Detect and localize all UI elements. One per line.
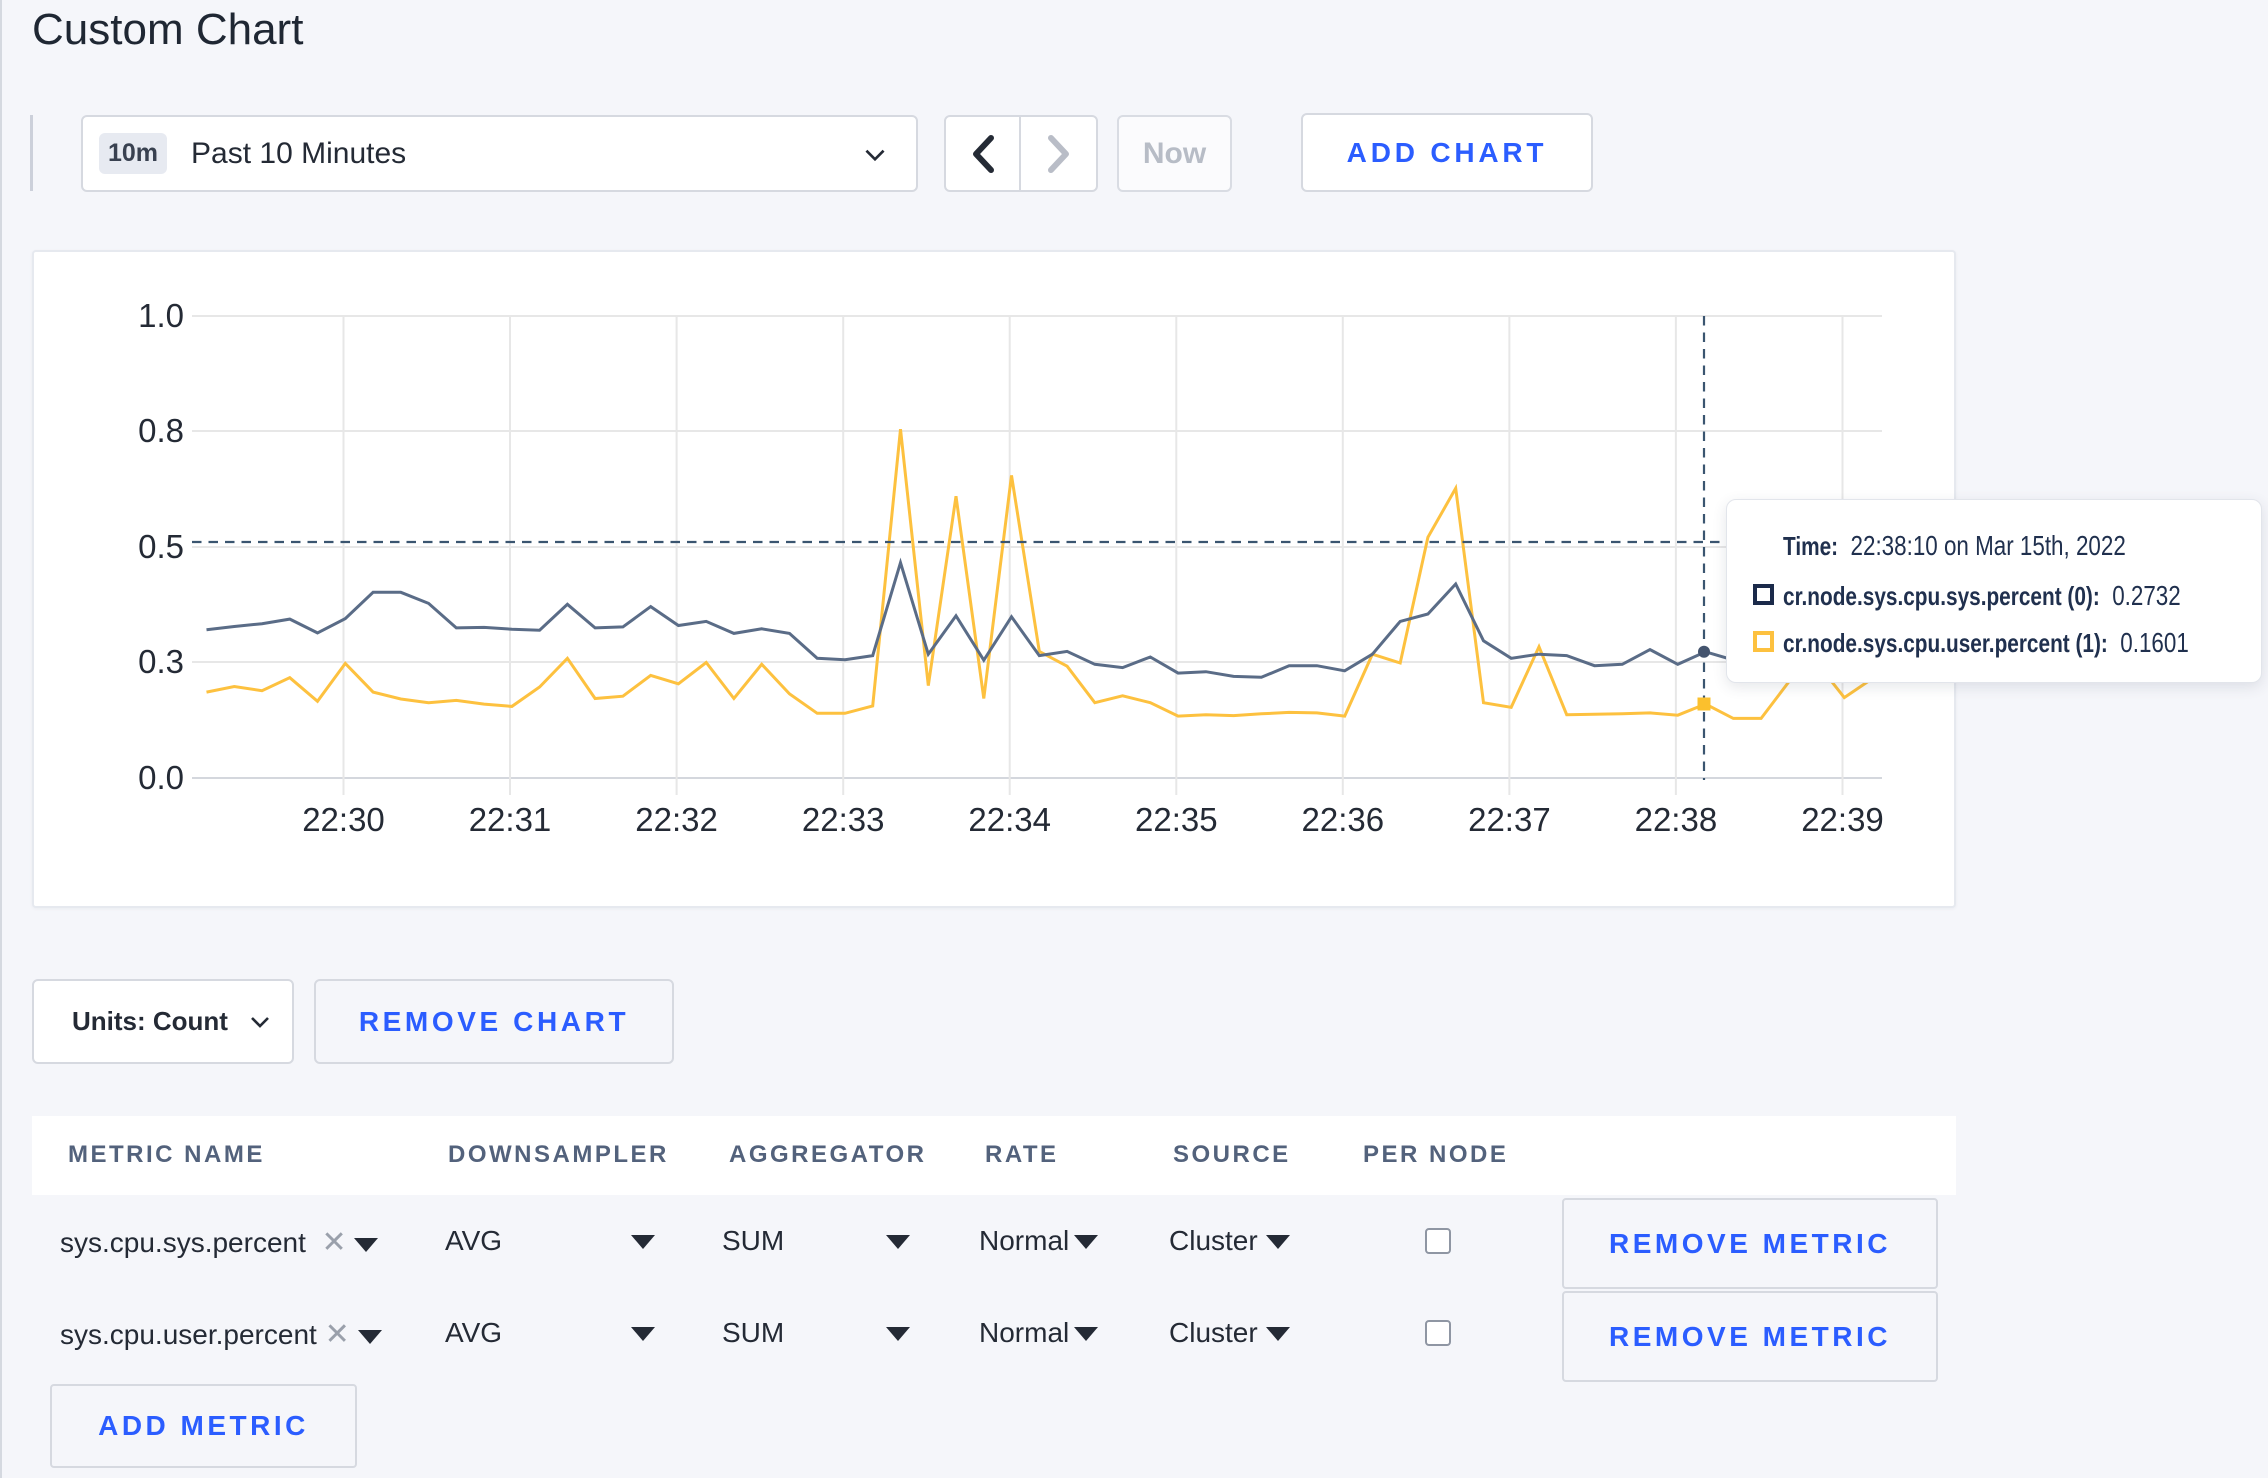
svg-text:0.8: 0.8: [138, 412, 184, 449]
svg-text:22:30: 22:30: [302, 801, 385, 838]
svg-text:22:37: 22:37: [1468, 801, 1551, 838]
svg-text:1.0: 1.0: [138, 297, 184, 334]
svg-text:22:31: 22:31: [469, 801, 552, 838]
svg-text:0.0: 0.0: [138, 759, 184, 796]
svg-text:22:35: 22:35: [1135, 801, 1218, 838]
svg-text:22:32: 22:32: [635, 801, 718, 838]
svg-text:0.5: 0.5: [138, 528, 184, 565]
svg-text:22:36: 22:36: [1302, 801, 1385, 838]
svg-text:0.3: 0.3: [138, 643, 184, 680]
svg-text:22:34: 22:34: [968, 801, 1051, 838]
svg-text:22:33: 22:33: [802, 801, 885, 838]
svg-text:22:38: 22:38: [1635, 801, 1718, 838]
svg-text:22:39: 22:39: [1801, 801, 1884, 838]
